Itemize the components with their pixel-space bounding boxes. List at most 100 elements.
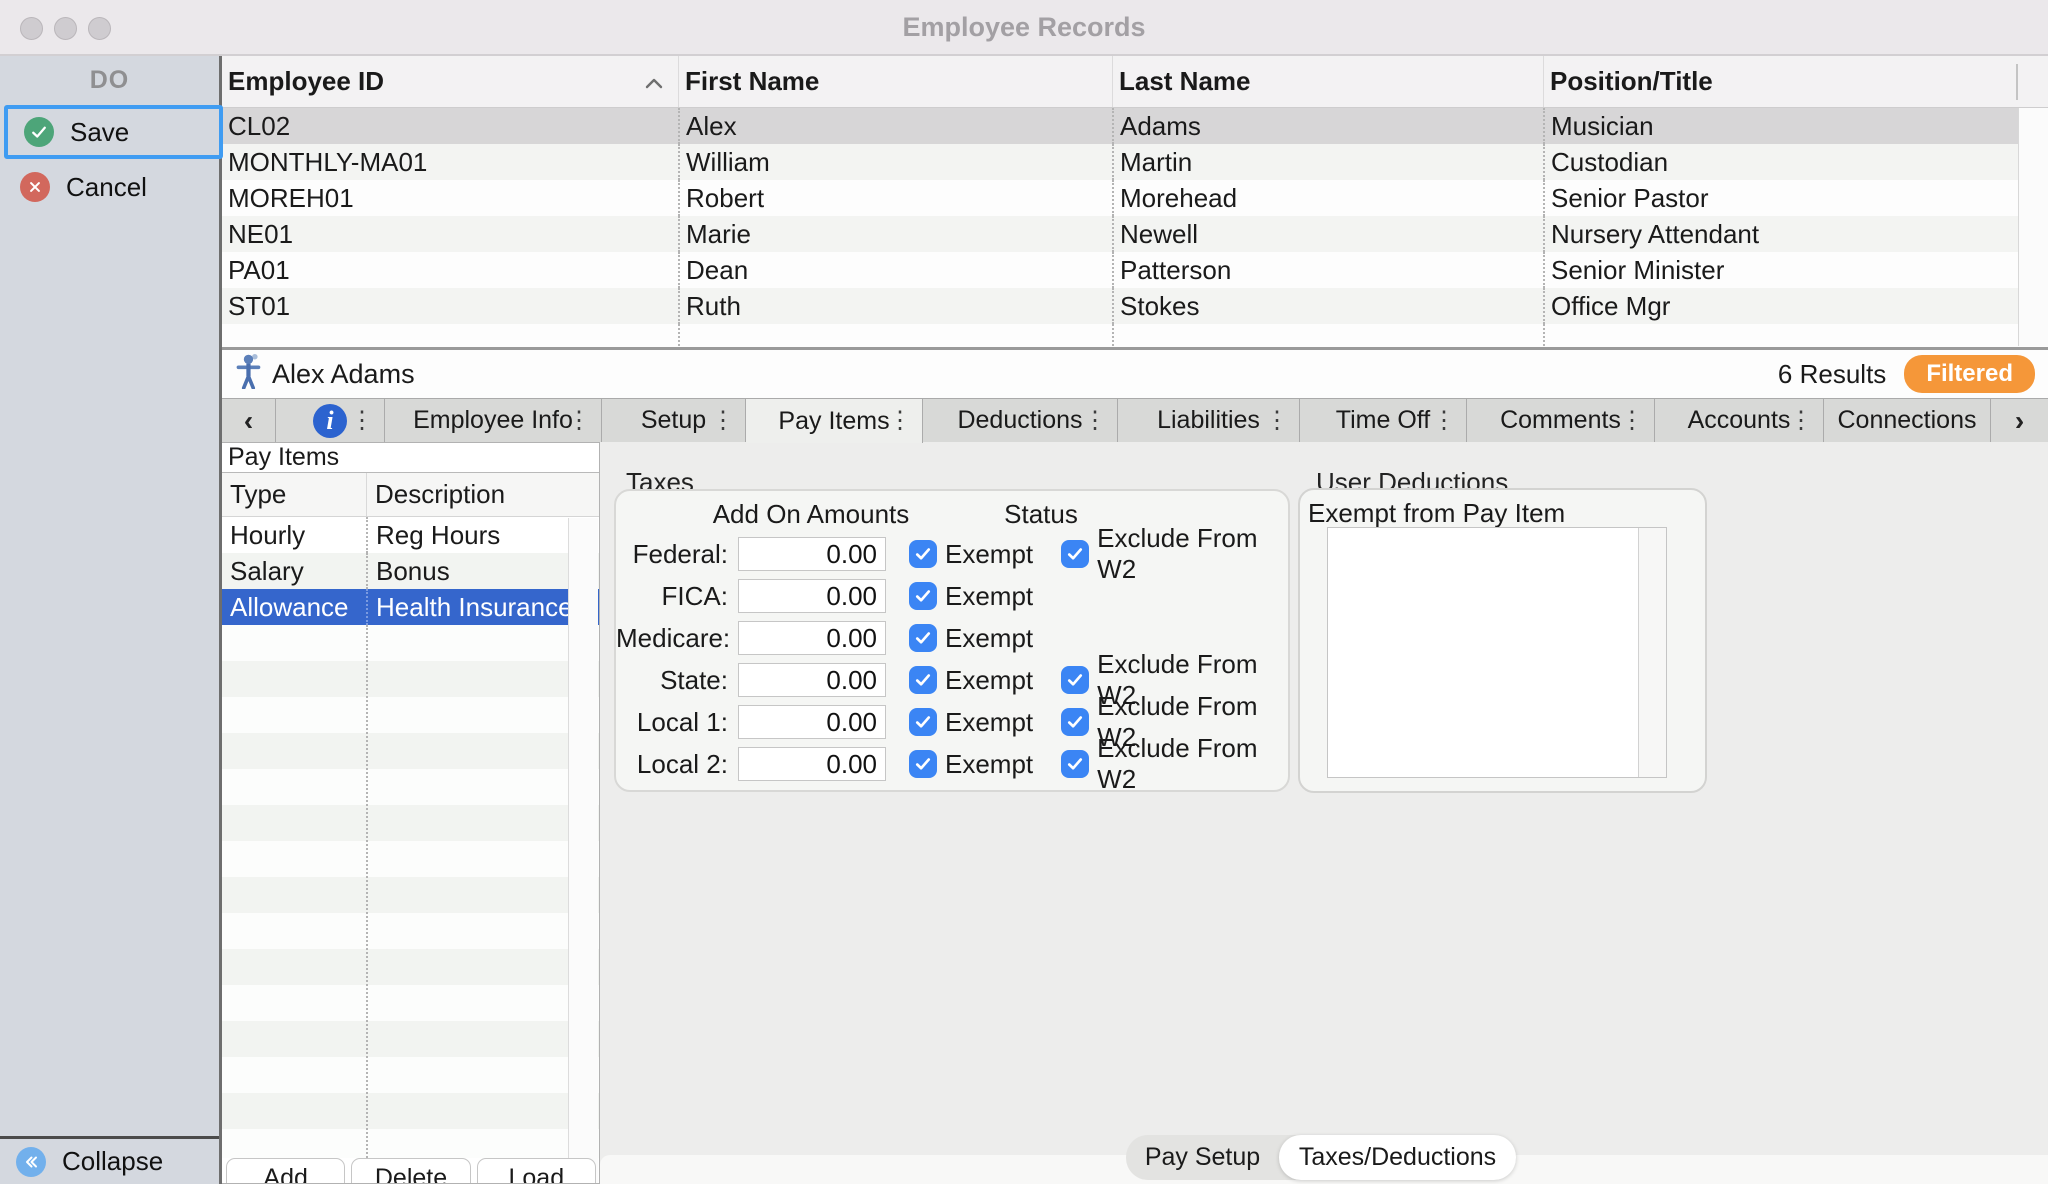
employee-records-window: { "window": { "title": "Employee Records…: [0, 0, 2048, 1184]
federal-exclude-w2-checkbox[interactable]: [1061, 540, 1089, 568]
employee-table: Employee ID First Name Last Name Positio…: [222, 56, 2048, 350]
pay-items-buttons: Add Delete Load: [222, 1158, 600, 1184]
tab-scroll-right[interactable]: ›: [1991, 399, 2048, 442]
state-amount-input[interactable]: [738, 663, 886, 697]
employee-table-header: Employee ID First Name Last Name Positio…: [222, 56, 2048, 108]
state-exclude-w2-checkbox[interactable]: [1061, 666, 1089, 694]
table-row[interactable]: ST01 Ruth Stokes Office Mgr: [222, 288, 2048, 324]
header-resize-line: [2016, 64, 2018, 100]
tab-menu-icon[interactable]: ⋮: [1432, 409, 1456, 433]
tab-menu-icon[interactable]: ⋮: [888, 409, 912, 433]
close-button[interactable]: [20, 17, 43, 40]
table-row[interactable]: NE01 Marie Newell Nursery Attendant: [222, 216, 2048, 252]
tab-menu-icon[interactable]: ⋮: [711, 409, 735, 433]
local1-exempt-checkbox[interactable]: [909, 708, 937, 736]
save-button[interactable]: Save: [4, 105, 223, 159]
tab-employee-info[interactable]: Employee Info ⋮: [385, 399, 602, 442]
column-header-last-name[interactable]: Last Name: [1112, 56, 1543, 107]
results-count: 6 Results: [1778, 359, 1886, 390]
column-header-type[interactable]: Type: [222, 479, 366, 510]
pay-items-panel-title: Pay Items: [222, 443, 599, 473]
tab-scroll-left[interactable]: ‹: [222, 399, 276, 442]
sidebar-header: DO: [0, 66, 219, 95]
save-label: Save: [70, 117, 129, 148]
local2-exclude-w2-checkbox[interactable]: [1061, 750, 1089, 778]
tab-deductions[interactable]: Deductions ⋮: [923, 399, 1118, 442]
pay-item-row[interactable]: Hourly Reg Hours: [222, 517, 599, 553]
table-row[interactable]: MOREH01 Robert Morehead Senior Pastor: [222, 180, 2048, 216]
tab-liabilities[interactable]: Liabilities ⋮: [1118, 399, 1300, 442]
sort-ascending-icon: [644, 66, 664, 97]
minimize-button[interactable]: [54, 17, 77, 40]
main-area: Employee ID First Name Last Name Positio…: [222, 56, 2048, 1184]
state-exempt-checkbox[interactable]: [909, 666, 937, 694]
tab-info[interactable]: i ⋮: [276, 399, 385, 442]
tab-pay-items[interactable]: Pay Items ⋮: [746, 399, 923, 443]
user-deductions-group-box: Exempt from Pay Item: [1298, 488, 1707, 793]
add-on-amounts-header: Add On Amounts: [676, 499, 946, 530]
tab-menu-icon[interactable]: ⋮: [350, 409, 374, 433]
deductions-scrollbar-track[interactable]: [1638, 528, 1666, 777]
federal-exempt-checkbox[interactable]: [909, 540, 937, 568]
exempt-from-pay-item-label: Exempt from Pay Item: [1308, 498, 1565, 529]
column-header-position-title[interactable]: Position/Title: [1543, 56, 2018, 107]
column-header-employee-id[interactable]: Employee ID: [222, 56, 678, 107]
column-header-description[interactable]: Description: [366, 473, 599, 516]
tab-menu-icon[interactable]: ⋮: [1265, 409, 1289, 433]
record-bar: Alex Adams 6 Results Filtered: [222, 350, 2048, 398]
tab-setup[interactable]: Setup ⋮: [602, 399, 746, 442]
tab-menu-icon[interactable]: ⋮: [1789, 409, 1813, 433]
local1-exclude-w2-checkbox[interactable]: [1061, 708, 1089, 736]
tab-menu-icon[interactable]: ⋮: [1620, 409, 1644, 433]
table-row-selected[interactable]: CL02 Alex Adams Musician: [222, 108, 2048, 144]
medicare-exempt-checkbox[interactable]: [909, 624, 937, 652]
tab-taxes-deductions[interactable]: Taxes/Deductions: [1279, 1135, 1516, 1180]
pay-items-list-header: Type Description: [222, 473, 599, 517]
table-scrollbar-track[interactable]: [2018, 108, 2048, 346]
collapse-chevrons-icon: [16, 1147, 46, 1177]
tab-comments[interactable]: Comments ⋮: [1467, 399, 1655, 442]
pay-items-content: Pay Items Type Description Hourly Reg Ho…: [222, 442, 2048, 1184]
chevron-left-icon: ‹: [244, 405, 253, 437]
add-button[interactable]: Add: [226, 1158, 345, 1184]
tab-menu-icon[interactable]: ⋮: [1083, 409, 1107, 433]
delete-button[interactable]: Delete: [351, 1158, 470, 1184]
fica-amount-input[interactable]: [738, 579, 886, 613]
record-tab-bar: ‹ i ⋮ Employee Info ⋮ Setup ⋮ Pay Items …: [222, 398, 2048, 442]
cancel-button[interactable]: Cancel: [4, 160, 223, 214]
collapse-button[interactable]: Collapse: [0, 1136, 219, 1184]
pay-items-scrollbar-track[interactable]: [568, 518, 598, 1184]
status-header: Status: [951, 499, 1131, 530]
local2-exempt-checkbox[interactable]: [909, 750, 937, 778]
zoom-button[interactable]: [88, 17, 111, 40]
record-name: Alex Adams: [272, 359, 415, 390]
tab-accounts[interactable]: Accounts ⋮: [1655, 399, 1824, 442]
tab-connections[interactable]: Connections: [1824, 399, 1991, 442]
table-row[interactable]: MONTHLY-MA01 William Martin Custodian: [222, 144, 2048, 180]
column-header-first-name[interactable]: First Name: [678, 56, 1112, 107]
tax-row-local-2: Local 2: Exempt Exclude From W2: [616, 743, 1288, 785]
pay-item-row-selected[interactable]: Allowance Health Insurance: [222, 589, 599, 625]
pay-item-row[interactable]: Salary Bonus: [222, 553, 599, 589]
empty-table-space: [222, 324, 2048, 346]
chevron-right-icon: ›: [2015, 405, 2024, 437]
medicare-amount-input[interactable]: [738, 621, 886, 655]
info-icon: i: [313, 404, 347, 438]
federal-amount-input[interactable]: [738, 537, 886, 571]
window-title: Employee Records: [0, 0, 2048, 54]
collapse-label: Collapse: [62, 1146, 163, 1177]
filtered-badge[interactable]: Filtered: [1904, 355, 2035, 393]
load-button[interactable]: Load: [477, 1158, 596, 1184]
fica-exempt-checkbox[interactable]: [909, 582, 937, 610]
title-bar: Employee Records: [0, 0, 2048, 56]
local1-amount-input[interactable]: [738, 705, 886, 739]
save-check-icon: [24, 117, 54, 147]
exempt-deductions-list[interactable]: [1327, 527, 1667, 778]
cancel-x-icon: [20, 172, 50, 202]
local2-amount-input[interactable]: [738, 747, 886, 781]
table-row[interactable]: PA01 Dean Patterson Senior Minister: [222, 252, 2048, 288]
tab-pay-setup[interactable]: Pay Setup: [1126, 1135, 1279, 1180]
traffic-lights: [20, 17, 111, 40]
tab-time-off[interactable]: Time Off ⋮: [1300, 399, 1467, 442]
tab-menu-icon[interactable]: ⋮: [567, 409, 591, 433]
